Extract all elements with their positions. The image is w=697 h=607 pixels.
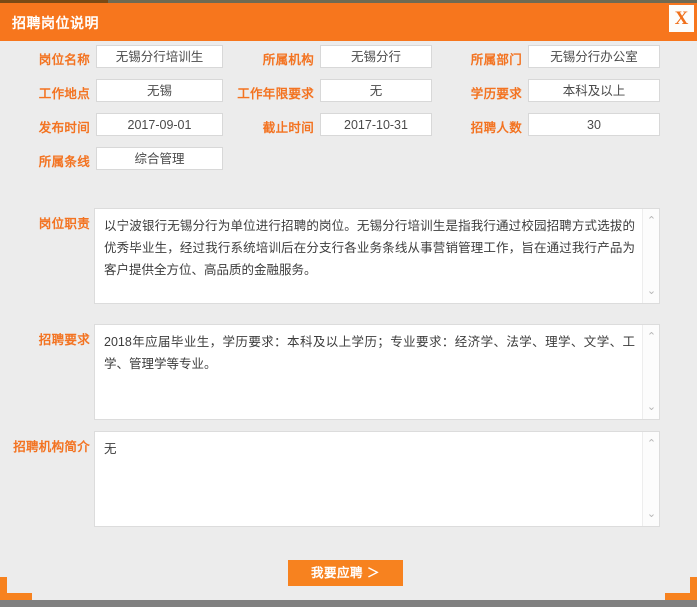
chevron-up-icon[interactable]: ⌃ xyxy=(643,329,660,345)
chevron-down-icon[interactable]: ⌄ xyxy=(643,283,660,299)
organization-input[interactable]: 无锡分行 xyxy=(320,45,432,68)
corner-bracket-bottom-right xyxy=(665,577,697,600)
form-row: 发布时间 2017-09-01 截止时间 2017-10-31 招聘人数 30 xyxy=(0,109,697,143)
headcount-input[interactable]: 30 xyxy=(528,113,660,136)
close-icon[interactable]: X xyxy=(669,5,694,32)
field-label: 工作地点 xyxy=(20,83,90,102)
publish-date-input[interactable]: 2017-09-01 xyxy=(96,113,223,136)
bottom-bar xyxy=(0,600,697,607)
org-intro-textarea[interactable]: 无 ⌃ ⌄ xyxy=(94,431,660,527)
job-duties-textarea[interactable]: 以宁波银行无锡分行为单位进行招聘的岗位。无锡分行培训生是指我行通过校园招聘方式选… xyxy=(94,208,660,304)
education-input[interactable]: 本科及以上 xyxy=(528,79,660,102)
field-label: 所属条线 xyxy=(20,151,90,170)
field-label: 所属部门 xyxy=(452,49,522,68)
textarea-value: 无 xyxy=(104,438,635,460)
department-input[interactable]: 无锡分行办公室 xyxy=(528,45,660,68)
requirements-textarea[interactable]: 2018年应届毕业生，学历要求：本科及以上学历；专业要求：经济学、法学、理学、文… xyxy=(94,324,660,420)
job-description-dialog: 招聘岗位说明 X 岗位名称 无锡分行培训生 所属机构 无锡分行 所属部门 无锡分… xyxy=(0,0,697,607)
field-label: 学历要求 xyxy=(452,83,522,102)
work-location-input[interactable]: 无锡 xyxy=(96,79,223,102)
form-row: 岗位名称 无锡分行培训生 所属机构 无锡分行 所属部门 无锡分行办公室 xyxy=(0,41,697,75)
dialog-titlebar: 招聘岗位说明 X xyxy=(0,3,697,41)
apply-button[interactable]: 我要应聘 ＞ xyxy=(288,560,403,586)
textarea-label: 招聘要求 xyxy=(20,329,90,348)
form-row: 工作地点 无锡 工作年限要求 无 学历要求 本科及以上 xyxy=(0,75,697,109)
form-body: 岗位名称 无锡分行培训生 所属机构 无锡分行 所属部门 无锡分行办公室 工作地点… xyxy=(0,41,697,561)
deadline-date-input[interactable]: 2017-10-31 xyxy=(320,113,432,136)
field-label: 所属机构 xyxy=(236,49,314,68)
textarea-value: 2018年应届毕业生，学历要求：本科及以上学历；专业要求：经济学、法学、理学、文… xyxy=(104,331,635,375)
textarea-scrollbar[interactable]: ⌃ ⌄ xyxy=(642,325,659,419)
submit-area: 我要应聘 ＞ xyxy=(0,560,697,590)
chevron-up-icon[interactable]: ⌃ xyxy=(643,436,660,452)
chevron-down-icon[interactable]: ⌄ xyxy=(643,506,660,522)
field-label: 招聘人数 xyxy=(452,117,522,136)
field-label: 截止时间 xyxy=(236,117,314,136)
chevron-down-icon[interactable]: ⌄ xyxy=(643,399,660,415)
corner-bracket-bottom-left xyxy=(0,577,32,600)
textarea-scrollbar[interactable]: ⌃ ⌄ xyxy=(642,209,659,303)
chevron-up-icon[interactable]: ⌃ xyxy=(643,213,660,229)
field-label: 工作年限要求 xyxy=(222,83,314,102)
field-label: 发布时间 xyxy=(20,117,90,136)
experience-input[interactable]: 无 xyxy=(320,79,432,102)
page-title: 招聘岗位说明 xyxy=(12,13,99,33)
job-name-input[interactable]: 无锡分行培训生 xyxy=(96,45,223,68)
textarea-scrollbar[interactable]: ⌃ ⌄ xyxy=(642,432,659,526)
textarea-label: 招聘机构简介 xyxy=(8,436,90,455)
textarea-label: 岗位职责 xyxy=(20,213,90,232)
form-row: 所属条线 综合管理 xyxy=(0,143,697,177)
business-line-input[interactable]: 综合管理 xyxy=(96,147,223,170)
field-label: 岗位名称 xyxy=(20,49,90,68)
textarea-value: 以宁波银行无锡分行为单位进行招聘的岗位。无锡分行培训生是指我行通过校园招聘方式选… xyxy=(104,215,635,281)
